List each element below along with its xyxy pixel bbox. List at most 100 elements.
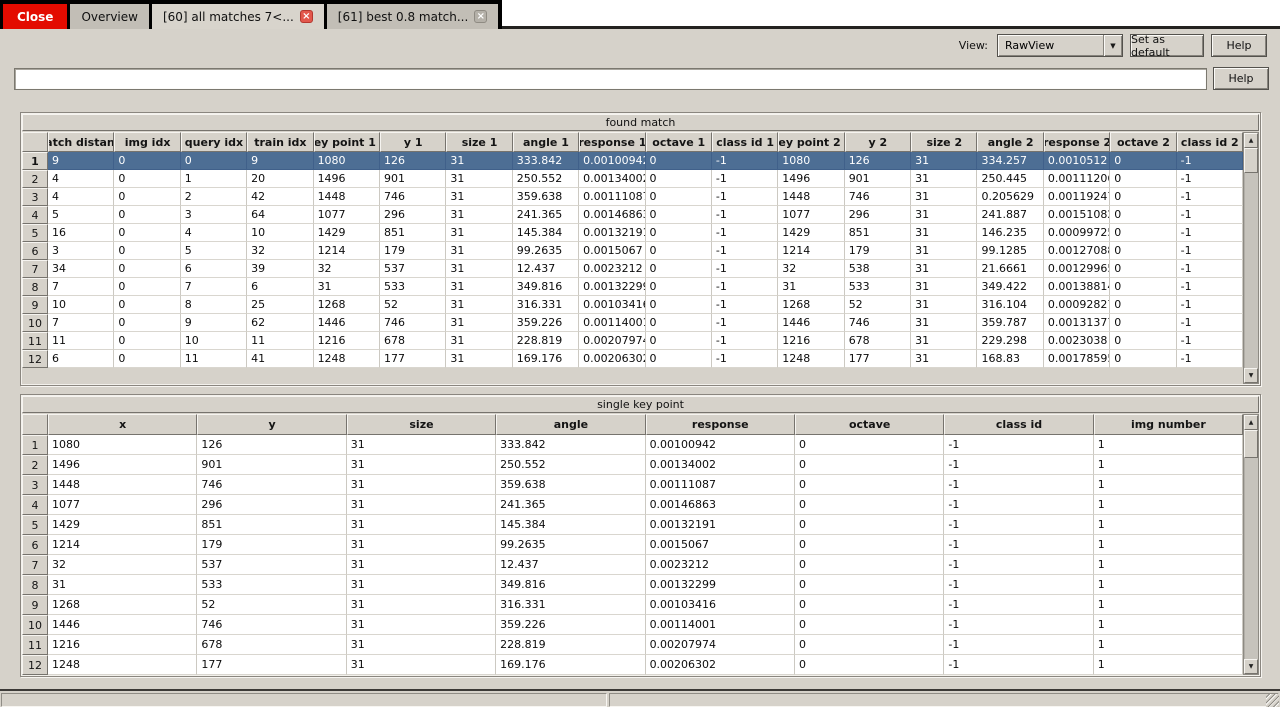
cell[interactable]: 0 <box>795 535 944 555</box>
cell[interactable]: 1214 <box>314 242 380 260</box>
cell[interactable]: 0 <box>646 206 712 224</box>
cell[interactable]: -1 <box>1177 260 1243 278</box>
column-header[interactable]: class id 1 <box>712 132 778 152</box>
table-row[interactable]: 612141793199.26350.00150670-11 <box>22 535 1243 555</box>
cell[interactable]: 746 <box>380 314 446 332</box>
table-row[interactable]: 340242144874631359.6380.001110870-114487… <box>22 188 1243 206</box>
cell[interactable]: 1 <box>1094 535 1243 555</box>
cell[interactable]: 538 <box>845 260 911 278</box>
cell[interactable]: 678 <box>380 332 446 350</box>
row-number[interactable]: 4 <box>22 495 48 515</box>
cell[interactable]: 0 <box>795 615 944 635</box>
cell[interactable]: -1 <box>944 575 1093 595</box>
cell[interactable]: 11 <box>247 332 313 350</box>
cell[interactable]: 0.00132191 <box>579 224 645 242</box>
tab-all-matches[interactable]: [60] all matches 7<... × <box>152 4 324 29</box>
row-number[interactable]: 11 <box>22 332 48 350</box>
cell[interactable]: 179 <box>845 242 911 260</box>
filter-input[interactable] <box>14 68 1207 90</box>
cell[interactable]: 0.00100942 <box>646 435 795 455</box>
cell[interactable]: 177 <box>845 350 911 368</box>
cell[interactable]: 20 <box>247 170 313 188</box>
cell[interactable]: 31 <box>347 455 496 475</box>
cell[interactable]: 1446 <box>778 314 844 332</box>
cell[interactable]: 177 <box>380 350 446 368</box>
cell[interactable]: 12.437 <box>513 260 579 278</box>
cell[interactable]: 0 <box>1110 170 1176 188</box>
cell[interactable]: 359.638 <box>496 475 645 495</box>
cell[interactable]: 31 <box>446 224 512 242</box>
cell[interactable]: 7 <box>181 278 247 296</box>
cell[interactable]: 0.00207974 <box>646 635 795 655</box>
cell[interactable]: 1214 <box>48 535 197 555</box>
row-number[interactable]: 2 <box>22 170 48 188</box>
scroll-up-icon[interactable]: ▲ <box>1244 133 1258 148</box>
column-header[interactable]: match distance <box>48 132 114 152</box>
cell[interactable]: 333.842 <box>513 152 579 170</box>
cell[interactable]: 1448 <box>48 475 197 495</box>
cell[interactable]: 9 <box>181 314 247 332</box>
table-row[interactable]: 7325373112.4370.00232120-11 <box>22 555 1243 575</box>
cell[interactable]: 0 <box>795 595 944 615</box>
row-number[interactable]: 9 <box>22 296 48 314</box>
cell[interactable]: 31 <box>911 170 977 188</box>
cell[interactable]: 31 <box>446 332 512 350</box>
cell[interactable]: 52 <box>380 296 446 314</box>
cell[interactable]: 21.6661 <box>977 260 1043 278</box>
cell[interactable]: 1 <box>1094 635 1243 655</box>
cell[interactable]: 1216 <box>314 332 380 350</box>
cell[interactable]: 1 <box>1094 595 1243 615</box>
cell[interactable]: 0.000928278 <box>1044 296 1110 314</box>
cell[interactable]: 1 <box>1094 455 1243 475</box>
cell[interactable]: 1496 <box>48 455 197 475</box>
cell[interactable]: 0 <box>114 224 180 242</box>
table-row[interactable]: 3144874631359.6380.001110870-11 <box>22 475 1243 495</box>
cell[interactable]: 0 <box>795 435 944 455</box>
cell[interactable]: 746 <box>197 615 346 635</box>
table-row[interactable]: 10144674631359.2260.001140010-11 <box>22 615 1243 635</box>
cell[interactable]: 31 <box>446 350 512 368</box>
scroll-up-icon[interactable]: ▲ <box>1244 415 1258 430</box>
cell[interactable]: 31 <box>347 575 496 595</box>
table-row[interactable]: 111101011121667831228.8190.002079740-112… <box>22 332 1243 350</box>
cell[interactable]: 296 <box>380 206 446 224</box>
cell[interactable]: 0 <box>114 170 180 188</box>
cell[interactable]: 0 <box>646 188 712 206</box>
cell[interactable]: 1080 <box>48 435 197 455</box>
cell[interactable]: 3 <box>48 242 114 260</box>
cell[interactable]: 0.00114001 <box>579 314 645 332</box>
cell[interactable]: 0 <box>114 206 180 224</box>
cell[interactable]: -1 <box>944 435 1093 455</box>
cell[interactable]: 8 <box>181 296 247 314</box>
cell[interactable]: 359.226 <box>496 615 645 635</box>
cell[interactable]: 31 <box>347 495 496 515</box>
cell[interactable]: -1 <box>712 314 778 332</box>
cell[interactable]: 179 <box>197 535 346 555</box>
column-header[interactable]: response 1 <box>579 132 645 152</box>
cell[interactable]: -1 <box>1177 242 1243 260</box>
cell[interactable]: 0 <box>114 152 180 170</box>
cell[interactable]: -1 <box>712 188 778 206</box>
cell[interactable]: 0 <box>646 278 712 296</box>
cell[interactable]: 31 <box>347 615 496 635</box>
cell[interactable]: 1 <box>1094 555 1243 575</box>
cell[interactable]: 39 <box>247 260 313 278</box>
cell[interactable]: 1268 <box>314 296 380 314</box>
cell[interactable]: 316.331 <box>513 296 579 314</box>
cell[interactable]: -1 <box>944 535 1093 555</box>
cell[interactable]: 1214 <box>778 242 844 260</box>
cell[interactable]: 0 <box>646 152 712 170</box>
cell[interactable]: 0.00131377 <box>1044 314 1110 332</box>
row-number[interactable]: 12 <box>22 350 48 368</box>
cell[interactable]: 4 <box>48 188 114 206</box>
cell[interactable]: 126 <box>380 152 446 170</box>
cell[interactable]: 1 <box>1094 495 1243 515</box>
cell[interactable]: 1496 <box>778 170 844 188</box>
cell[interactable]: 31 <box>446 152 512 170</box>
cell[interactable]: 229.298 <box>977 332 1043 350</box>
cell[interactable]: 146.235 <box>977 224 1043 242</box>
cell[interactable]: 31 <box>446 296 512 314</box>
cell[interactable]: -1 <box>1177 152 1243 170</box>
cell[interactable]: 0 <box>795 635 944 655</box>
cell[interactable]: 31 <box>347 435 496 455</box>
